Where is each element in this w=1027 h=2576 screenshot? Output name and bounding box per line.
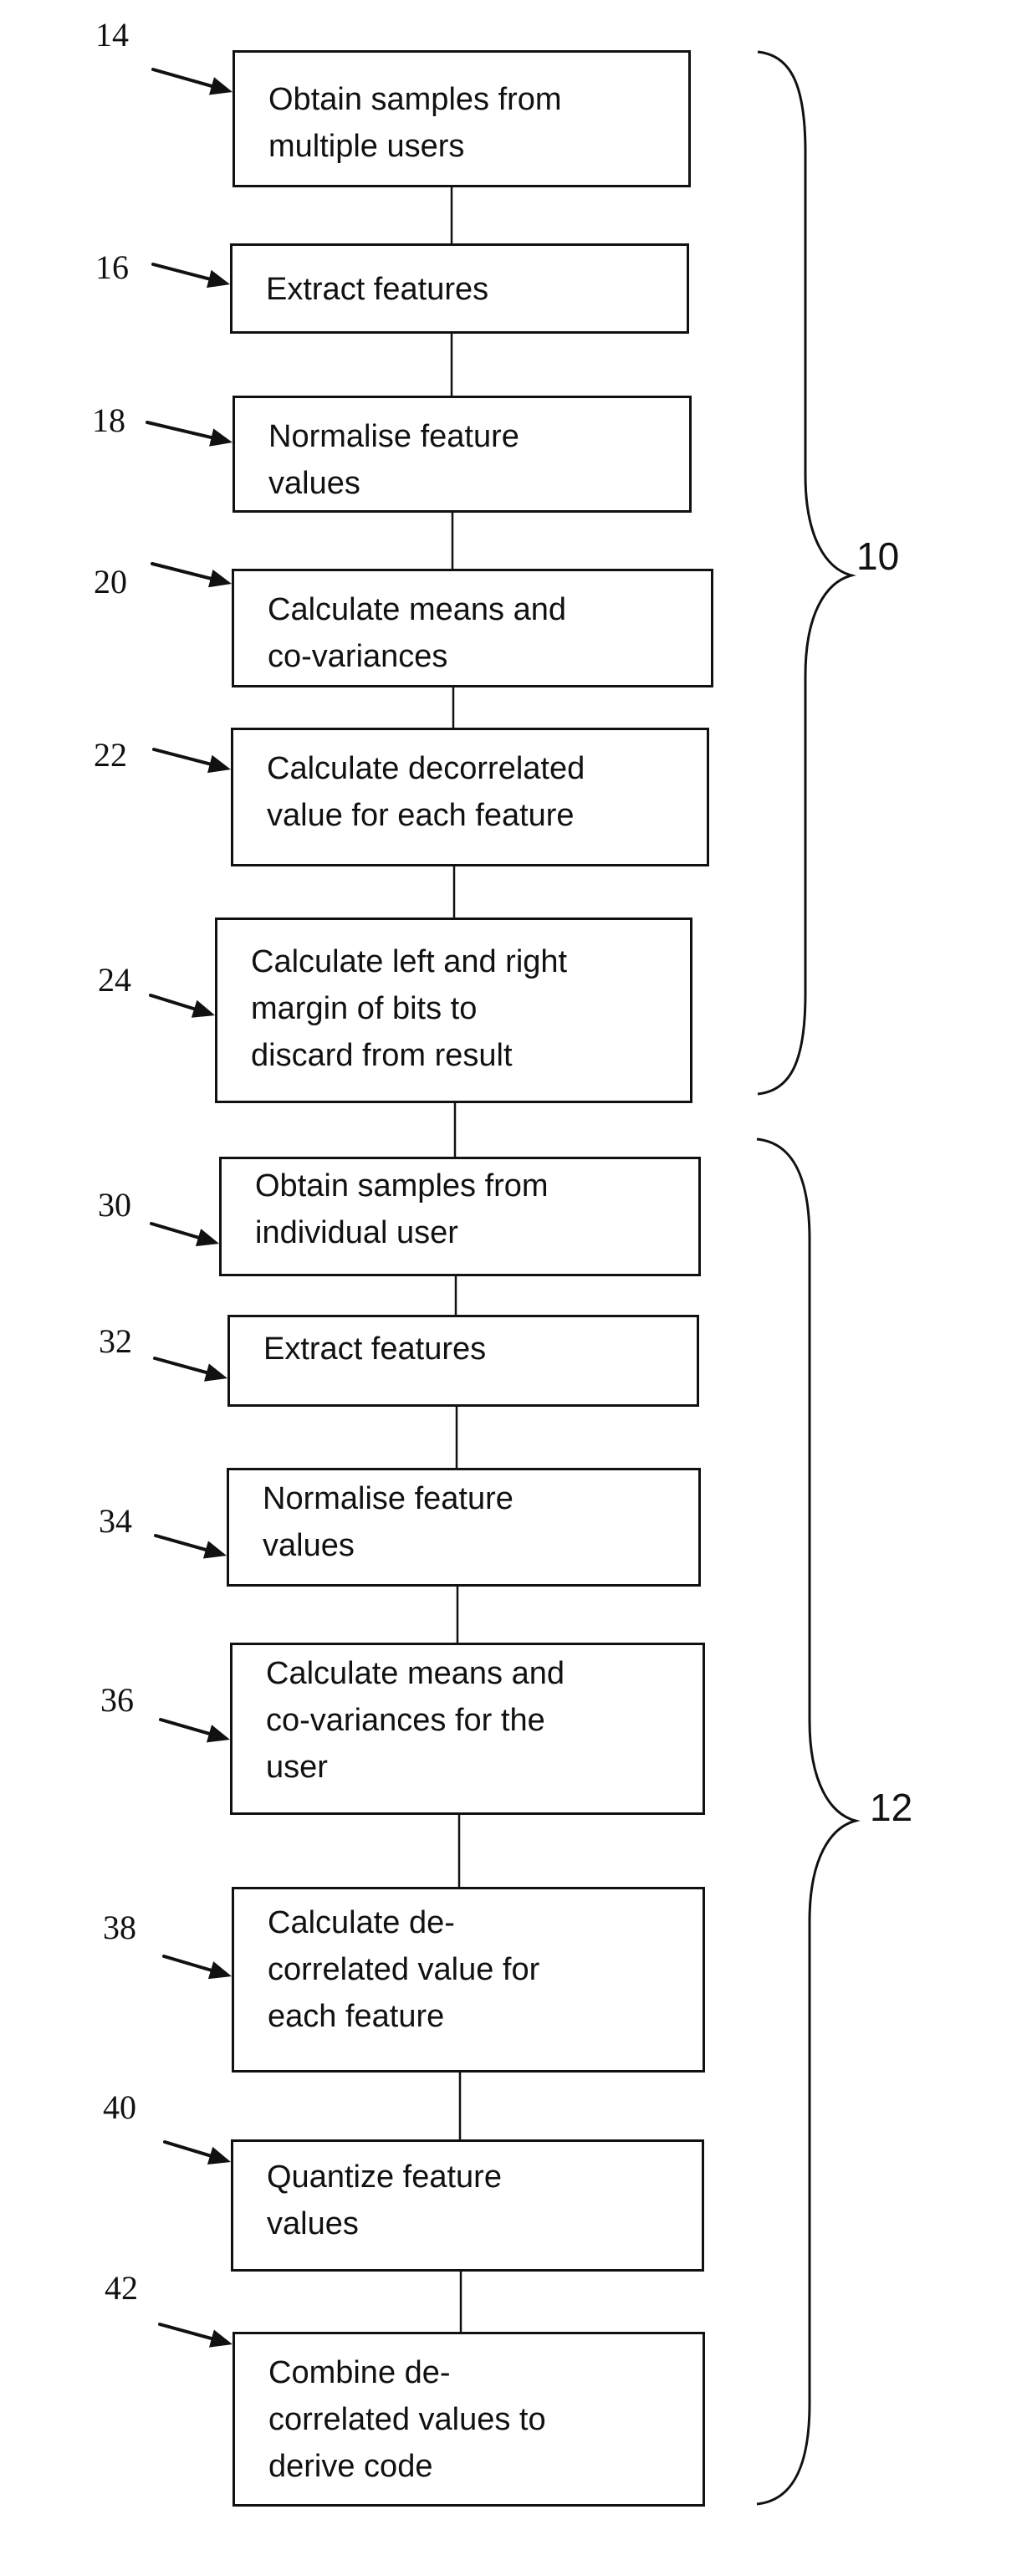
- leader-arrow-line-36: [159, 1718, 212, 1735]
- arrowhead-icon-32: [204, 1363, 227, 1382]
- ref-numeral-38: 38: [103, 1909, 136, 1946]
- arrowhead-icon-40: [207, 2146, 231, 2165]
- ref-numeral-24: 24: [98, 961, 131, 999]
- leader-arrow-line-24: [149, 994, 197, 1011]
- arrowhead-icon-14: [208, 77, 232, 95]
- ref-numeral-18: 18: [92, 401, 125, 439]
- arrowhead-icon-30: [195, 1229, 219, 1247]
- arrowhead-icon-24: [191, 999, 215, 1018]
- ref-numeral-36: 36: [100, 1681, 134, 1719]
- brace-group-10: [757, 50, 856, 1096]
- step-box-38: Calculate de- correlated value for each …: [232, 1887, 705, 2073]
- step-box-40: Quantize feature values: [231, 2139, 704, 2272]
- step-box-34: Normalise feature values: [227, 1468, 701, 1587]
- ref-numeral-42: 42: [105, 2269, 138, 2307]
- step-box-16: Extract features: [230, 243, 689, 334]
- leader-arrow-line-18: [146, 421, 213, 440]
- ref-numeral-40: 40: [103, 2088, 136, 2126]
- step-box-32: Extract features: [227, 1315, 699, 1407]
- leader-arrow-line-40: [163, 2140, 212, 2158]
- ref-numeral-14: 14: [95, 16, 129, 54]
- step-box-18: Normalise feature values: [232, 396, 692, 513]
- flowchart: Obtain samples from multiple users Extra…: [0, 0, 1027, 2576]
- step-box-20: Calculate means and co-variances: [232, 569, 713, 687]
- leader-arrow-line-14: [151, 68, 213, 88]
- leader-arrow-line-16: [151, 263, 211, 281]
- step-box-14: Obtain samples from multiple users: [232, 50, 691, 187]
- ref-numeral-20: 20: [94, 563, 127, 601]
- arrowhead-icon-22: [207, 754, 231, 774]
- arrowhead-icon-18: [209, 428, 232, 447]
- leader-arrow-line-38: [162, 1955, 213, 1972]
- leader-arrow-line-22: [152, 748, 212, 766]
- leader-arrow-line-42: [158, 2323, 213, 2341]
- step-box-36: Calculate means and co-variances for the…: [230, 1643, 705, 1815]
- leader-arrow-line-20: [151, 562, 212, 580]
- group-label-10: 10: [856, 534, 900, 578]
- group-label-12: 12: [870, 1786, 913, 1829]
- step-box-42: Combine de- correlated values to derive …: [232, 2332, 705, 2507]
- ref-numeral-22: 22: [94, 736, 127, 774]
- ref-numeral-32: 32: [99, 1322, 132, 1360]
- arrowhead-icon-36: [206, 1725, 230, 1743]
- arrowhead-icon-20: [208, 569, 232, 588]
- arrowhead-icon-42: [209, 2329, 232, 2348]
- leader-arrow-line-32: [153, 1357, 208, 1375]
- arrowhead-icon-38: [207, 1961, 232, 1980]
- leader-arrow-line-30: [150, 1222, 201, 1239]
- step-box-24: Calculate left and right margin of bits …: [215, 917, 692, 1103]
- ref-numeral-16: 16: [95, 248, 129, 286]
- arrowhead-icon-16: [207, 269, 230, 289]
- leader-arrow-line-34: [154, 1534, 207, 1551]
- brace-group-12: [756, 1137, 861, 2506]
- step-box-30: Obtain samples from individual user: [219, 1157, 701, 1276]
- ref-numeral-30: 30: [98, 1186, 131, 1224]
- arrowhead-icon-34: [202, 1541, 227, 1559]
- ref-numeral-34: 34: [99, 1502, 132, 1540]
- step-box-22: Calculate decorrelated value for each fe…: [231, 728, 709, 866]
